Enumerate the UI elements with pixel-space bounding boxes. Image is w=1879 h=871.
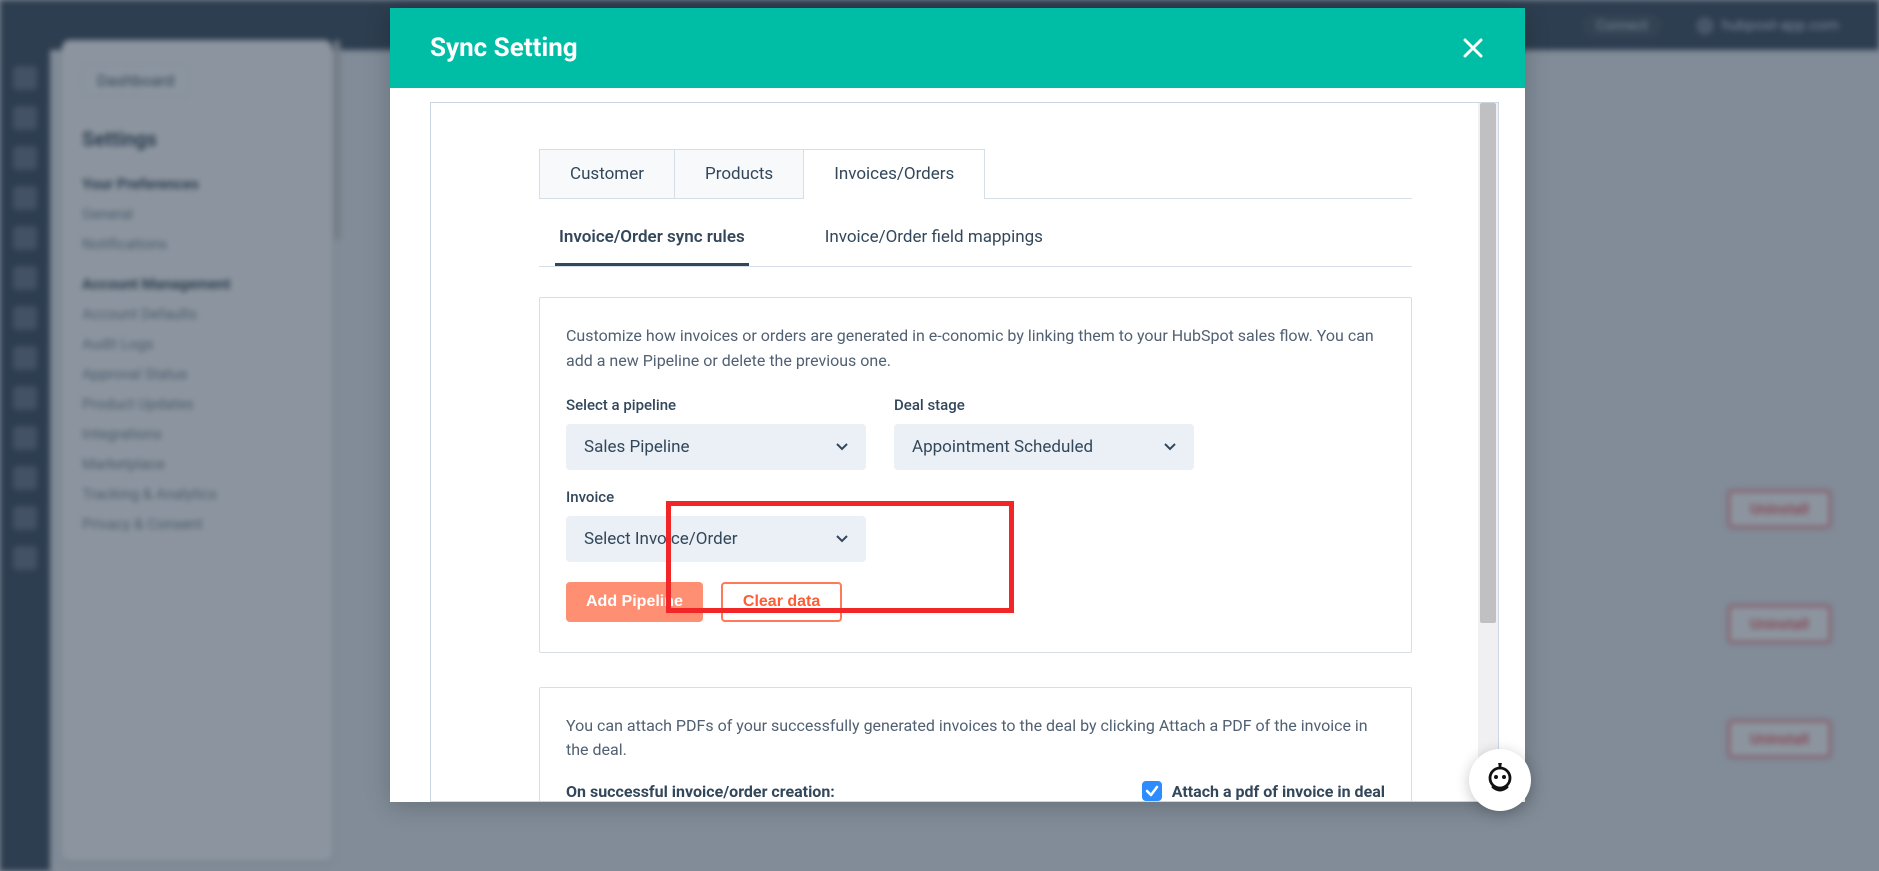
- pipeline-select-value: Sales Pipeline: [584, 437, 690, 457]
- invoice-select-value: Select Invoice/Order: [584, 529, 737, 549]
- attach-pdf-checkbox[interactable]: Attach a pdf of invoice in deal: [1142, 781, 1385, 801]
- attach-pdf-description: You can attach PDFs of your successfully…: [566, 714, 1385, 764]
- deal-stage-select[interactable]: Appointment Scheduled: [894, 424, 1194, 470]
- caret-down-icon: [836, 535, 848, 543]
- attach-pdf-card: You can attach PDFs of your successfully…: [539, 687, 1412, 802]
- tabs-major: Customer Products Invoices/Orders: [539, 149, 1412, 199]
- sync-rules-card: Customize how invoices or orders are gen…: [539, 297, 1412, 653]
- clear-data-button[interactable]: Clear data: [721, 582, 842, 622]
- caret-down-icon: [836, 443, 848, 451]
- tab-field-mappings[interactable]: Invoice/Order field mappings: [821, 211, 1047, 266]
- modal-body: Customer Products Invoices/Orders Invoic…: [430, 102, 1499, 802]
- scrollbar-thumb[interactable]: [1480, 103, 1496, 623]
- tabs-minor: Invoice/Order sync rules Invoice/Order f…: [539, 211, 1412, 267]
- card-description: Customize how invoices or orders are gen…: [566, 324, 1385, 374]
- chatbot-icon: [1483, 763, 1517, 797]
- on-success-label: On successful invoice/order creation:: [566, 782, 835, 801]
- tab-products[interactable]: Products: [674, 149, 804, 198]
- deal-stage-label: Deal stage: [894, 396, 1194, 414]
- tab-customer[interactable]: Customer: [539, 149, 675, 198]
- add-pipeline-button[interactable]: Add Pipeline: [566, 582, 703, 622]
- checkbox-checked-icon: [1142, 781, 1162, 801]
- invoice-label: Invoice: [566, 488, 866, 506]
- modal-title: Sync Setting: [430, 33, 578, 63]
- caret-down-icon: [1164, 443, 1176, 451]
- tab-sync-rules[interactable]: Invoice/Order sync rules: [555, 211, 749, 266]
- pipeline-select[interactable]: Sales Pipeline: [566, 424, 866, 470]
- close-icon[interactable]: [1461, 36, 1485, 60]
- invoice-select[interactable]: Select Invoice/Order: [566, 516, 866, 562]
- pipeline-label: Select a pipeline: [566, 396, 866, 414]
- tab-invoices-orders[interactable]: Invoices/Orders: [803, 149, 985, 198]
- chatbot-button[interactable]: [1469, 749, 1531, 811]
- modal-body-scrollbar[interactable]: ▲ ▼: [1478, 103, 1498, 801]
- attach-pdf-checkbox-label: Attach a pdf of invoice in deal: [1172, 782, 1385, 801]
- modal-header: Sync Setting: [390, 8, 1525, 88]
- sync-setting-modal: Sync Setting Customer Products Invoices/…: [390, 8, 1525, 802]
- deal-stage-select-value: Appointment Scheduled: [912, 437, 1093, 457]
